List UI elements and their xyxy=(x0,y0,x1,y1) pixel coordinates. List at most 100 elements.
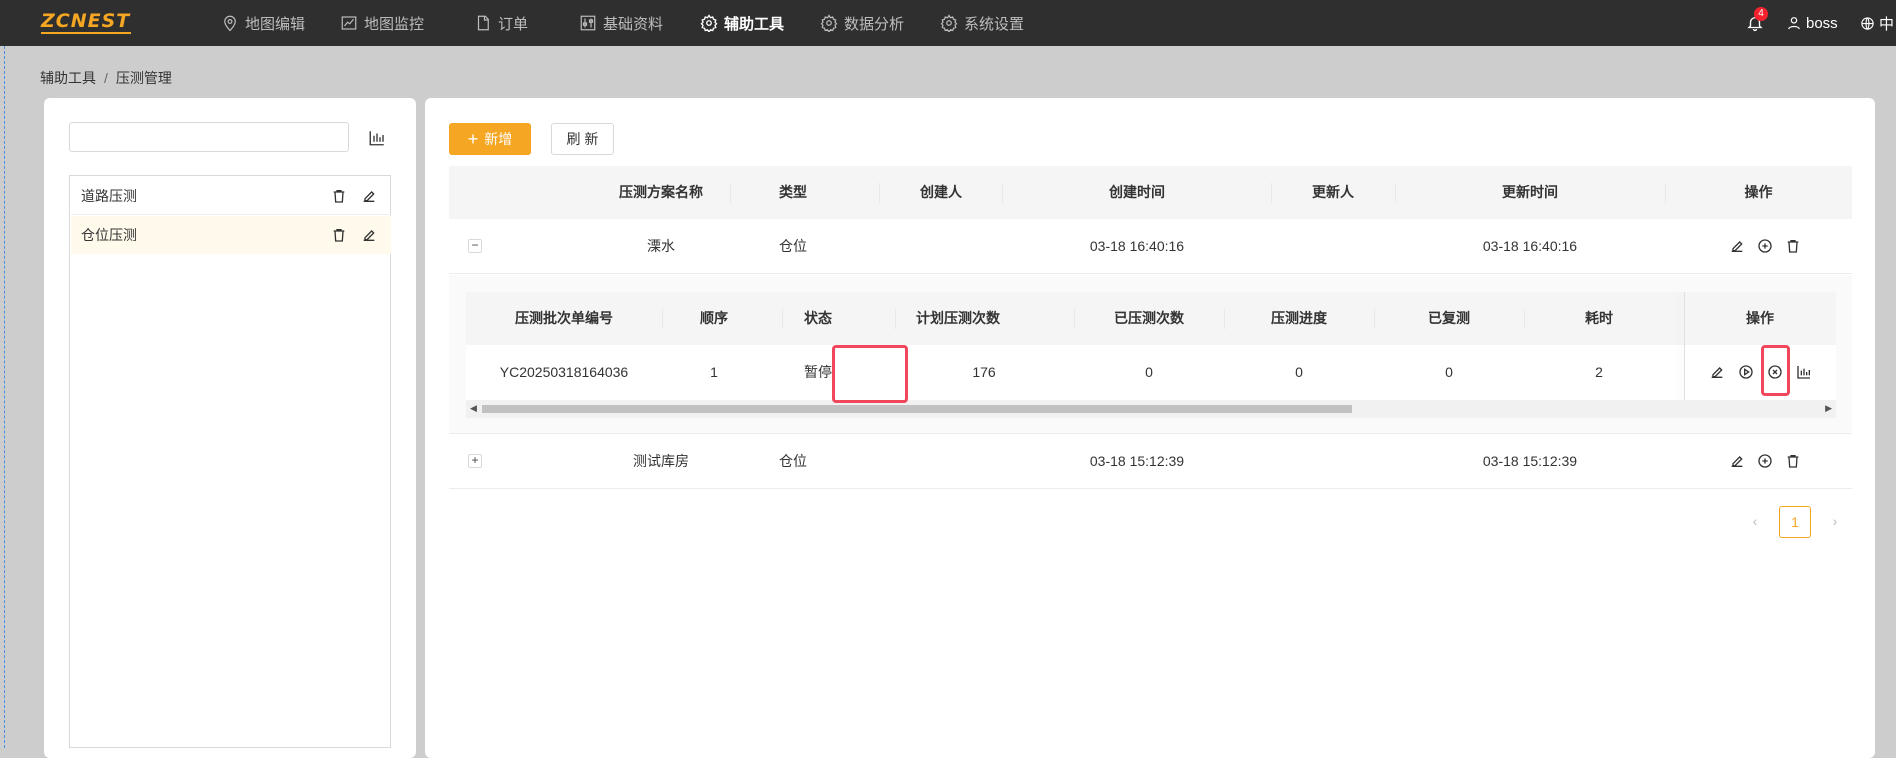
refresh-button[interactable]: 刷 新 xyxy=(551,123,614,155)
edit-icon[interactable] xyxy=(361,227,377,243)
column-header: 压测批次单编号 xyxy=(515,310,613,326)
column-header: 已压测次数 xyxy=(1114,310,1184,326)
language-label: 中 xyxy=(1879,15,1895,33)
column-header: 顺序 xyxy=(700,310,728,326)
table-header: 压测方案名称 类型 创建人 创建时间 更新人 更新时间 操作 xyxy=(449,166,1852,219)
edit-icon[interactable] xyxy=(1729,238,1745,254)
top-navbar: ZCNEST 地图编辑 地图监控 订单 基础资料 辅助工具 数据分析 系统设置 … xyxy=(0,0,1896,46)
stop-button-highlight xyxy=(1761,345,1790,396)
add-button[interactable]: + 新增 xyxy=(449,123,531,155)
add-circle-icon[interactable] xyxy=(1757,453,1773,469)
nav-item-label: 地图监控 xyxy=(364,15,425,33)
search-input[interactable] xyxy=(69,122,349,152)
breadcrumb-current: 压测管理 xyxy=(115,70,172,86)
stats-button[interactable] xyxy=(368,129,386,151)
notification-badge: 4 xyxy=(1754,7,1768,21)
scroll-left-arrow-icon[interactable]: ◀ xyxy=(470,403,477,414)
column-header: 已复测 xyxy=(1428,310,1470,326)
pagination-next-button[interactable]: › xyxy=(1819,506,1851,538)
cell-batch-number: YC20250318164036 xyxy=(499,364,629,380)
gear-icon xyxy=(820,14,838,32)
cell-type: 仓位 xyxy=(779,453,807,469)
globe-icon xyxy=(1861,16,1874,30)
bar-chart-icon xyxy=(369,131,384,146)
trash-icon[interactable] xyxy=(1785,453,1801,469)
nav-item-basic-data[interactable]: 基础资料 xyxy=(579,0,663,46)
column-header: 压测进度 xyxy=(1271,310,1327,326)
column-header: 更新人 xyxy=(1312,184,1354,200)
breadcrumb: 辅助工具 / 压测管理 xyxy=(40,68,172,88)
table-row: + 测试库房 仓位 03-18 15:12:39 03-18 15:12:39 xyxy=(449,434,1852,489)
location-pin-icon xyxy=(224,15,236,32)
play-circle-icon[interactable] xyxy=(1738,364,1754,380)
trash-icon[interactable] xyxy=(331,188,347,204)
column-header: 类型 xyxy=(779,184,807,200)
pagination-prev-button[interactable]: ‹ xyxy=(1739,506,1771,538)
nav-item-map-monitor[interactable]: 地图监控 xyxy=(340,0,424,46)
column-header: 更新时间 xyxy=(1502,184,1558,200)
list-item-slot-test[interactable]: 仓位压测 xyxy=(71,216,391,254)
edit-icon[interactable] xyxy=(1729,453,1745,469)
guide-line xyxy=(4,46,5,748)
expand-row-button[interactable]: + xyxy=(468,454,482,468)
subtable-header: 压测批次单编号 顺序 状态 计划压测次数 已压测次数 压测进度 已复测 耗时 操… xyxy=(466,292,1836,345)
edit-icon[interactable] xyxy=(361,188,377,204)
scheme-category-list: 道路压测 仓位压测 xyxy=(69,175,391,748)
breadcrumb-separator: / xyxy=(104,70,108,86)
column-header: 耗时 xyxy=(1585,310,1613,326)
trash-icon[interactable] xyxy=(1785,238,1801,254)
add-circle-icon[interactable] xyxy=(1757,238,1773,254)
column-header: 计划压测次数 xyxy=(916,310,1000,326)
nav-item-map-edit[interactable]: 地图编辑 xyxy=(221,0,305,46)
cell-type: 仓位 xyxy=(779,238,807,254)
nav-item-label: 系统设置 xyxy=(964,15,1025,33)
plus-icon: + xyxy=(467,129,479,149)
cell-retested: 0 xyxy=(1445,364,1453,380)
nav-item-system-settings[interactable]: 系统设置 xyxy=(940,0,1024,46)
cell-created-time: 03-18 15:12:39 xyxy=(1089,453,1185,469)
status-highlight xyxy=(832,345,908,403)
nav-item-data-analysis[interactable]: 数据分析 xyxy=(820,0,904,46)
fixed-column-edge xyxy=(1684,292,1685,400)
trash-icon[interactable] xyxy=(331,227,347,243)
gear-icon xyxy=(940,14,958,32)
cell-updater xyxy=(1271,434,1395,488)
cell-updated-time: 03-18 15:12:39 xyxy=(1482,453,1578,469)
line-chart-icon xyxy=(341,16,357,30)
scrollbar-thumb[interactable] xyxy=(482,405,1352,413)
app-logo[interactable]: ZCNEST xyxy=(41,10,130,32)
cell-done-count: 0 xyxy=(1145,364,1153,380)
user-icon xyxy=(1788,17,1800,30)
collapse-row-button[interactable]: − xyxy=(468,239,482,253)
scroll-right-arrow-icon[interactable]: ▶ xyxy=(1825,403,1832,414)
pagination-page-1[interactable]: 1 xyxy=(1779,506,1811,538)
breadcrumb-parent[interactable]: 辅助工具 xyxy=(40,70,96,86)
table-row: − 溧水 仓位 03-18 16:40:16 03-18 16:40:16 xyxy=(449,219,1852,274)
gear-icon xyxy=(700,14,718,32)
horizontal-scrollbar[interactable]: ◀ ▶ xyxy=(466,400,1836,418)
user-name: boss xyxy=(1806,14,1838,32)
list-item-label: 仓位压测 xyxy=(81,227,137,243)
nav-item-orders[interactable]: 订单 xyxy=(474,0,528,46)
nav-item-label: 辅助工具 xyxy=(724,15,785,33)
column-header: 状态 xyxy=(804,310,832,326)
nav-item-label: 数据分析 xyxy=(844,15,905,33)
language-switch[interactable]: 中 xyxy=(1860,0,1894,46)
column-header: 操作 xyxy=(1744,184,1773,200)
cell-planned-count: 176 xyxy=(972,364,996,380)
cell-updater xyxy=(1271,219,1395,273)
bar-chart-icon[interactable] xyxy=(1796,364,1812,380)
nav-item-label: 地图编辑 xyxy=(245,15,306,33)
list-item-road-test[interactable]: 道路压测 xyxy=(71,177,391,215)
nav-item-label: 基础资料 xyxy=(603,15,664,33)
logo-underline xyxy=(41,32,131,34)
row-actions xyxy=(1729,238,1801,254)
subtable-row: YC20250318164036 1 暂停 176 0 0 0 2 xyxy=(466,345,1836,401)
nav-item-aux-tools[interactable]: 辅助工具 xyxy=(700,0,784,46)
cell-duration: 2 xyxy=(1595,364,1603,380)
edit-icon[interactable] xyxy=(1709,364,1725,380)
column-header: 操作 xyxy=(1746,310,1774,326)
row-actions xyxy=(1729,453,1801,469)
user-menu[interactable]: boss xyxy=(1786,0,1838,46)
column-header: 创建人 xyxy=(920,184,962,200)
